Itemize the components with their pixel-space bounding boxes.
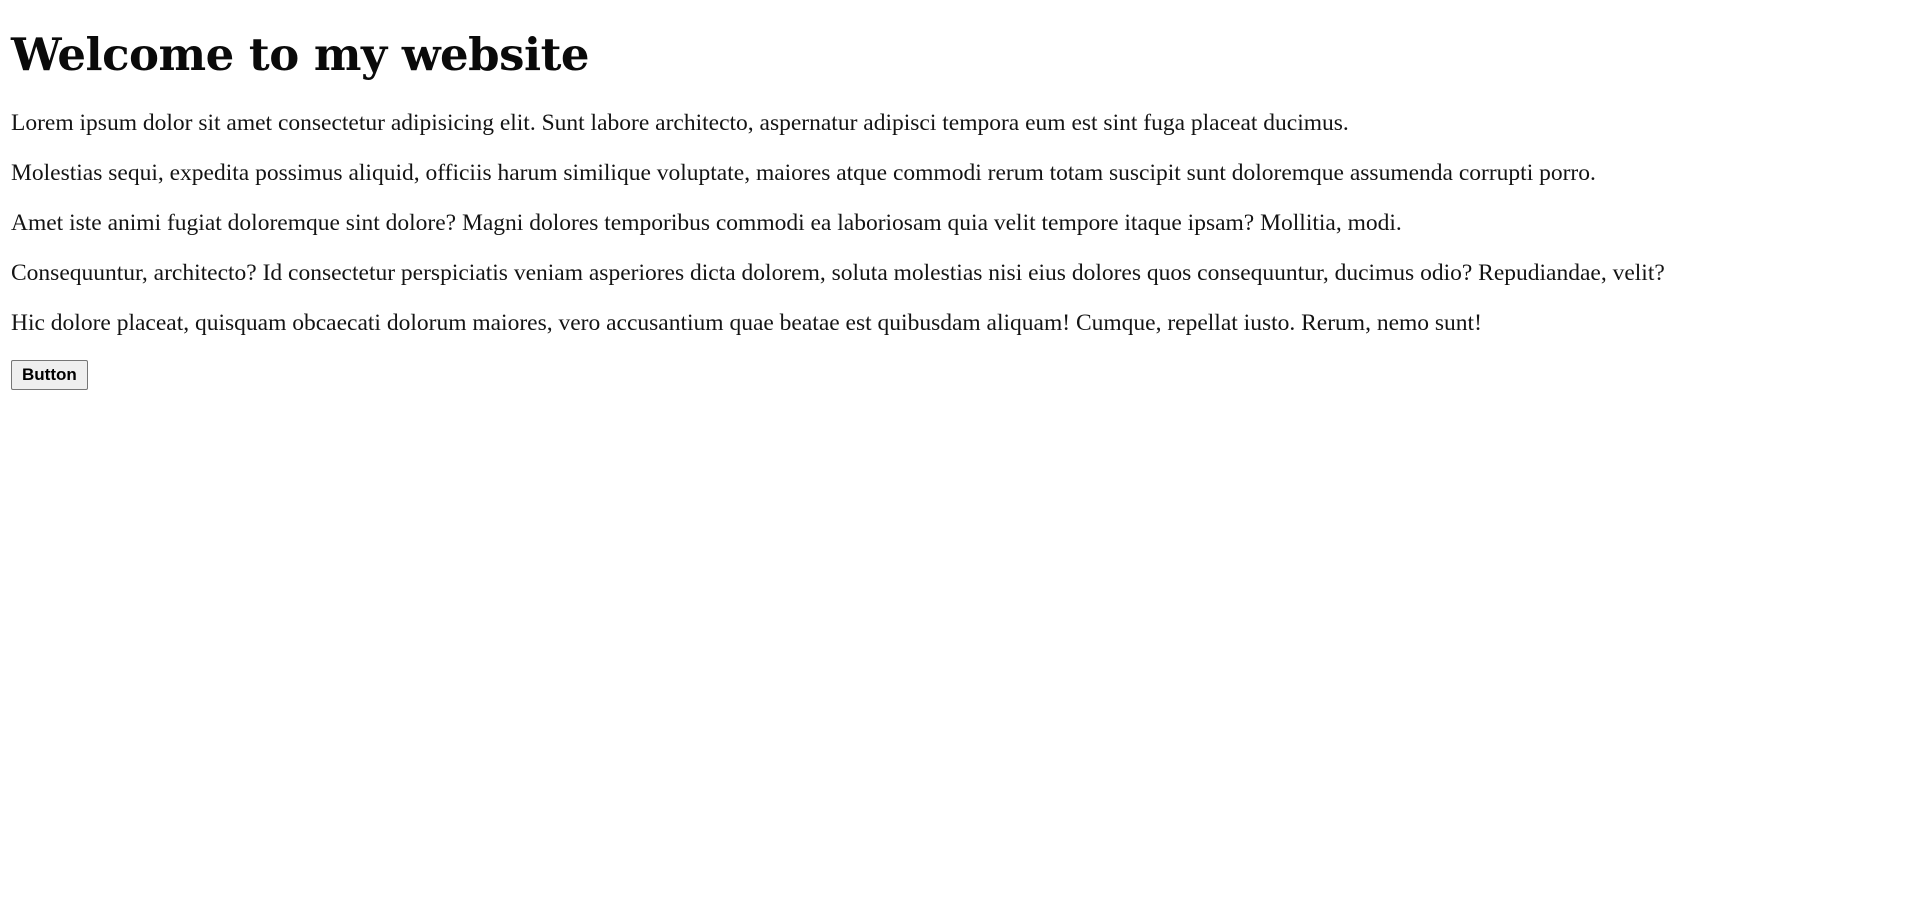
paragraph-1: Lorem ipsum dolor sit amet consectetur a…: [11, 110, 1349, 136]
page-content: Welcome to my website Lorem ipsum dolor …: [11, 0, 1891, 390]
paragraph-5: Hic dolore placeat, quisquam obcaecati d…: [11, 310, 1482, 336]
page-title: Welcome to my website: [11, 28, 590, 81]
paragraph-4: Consequuntur, architecto? Id consectetur…: [11, 260, 1665, 286]
primary-button[interactable]: Button: [11, 360, 88, 390]
paragraph-2: Molestias sequi, expedita possimus aliqu…: [11, 160, 1596, 186]
paragraph-3: Amet iste animi fugiat doloremque sint d…: [11, 210, 1402, 236]
